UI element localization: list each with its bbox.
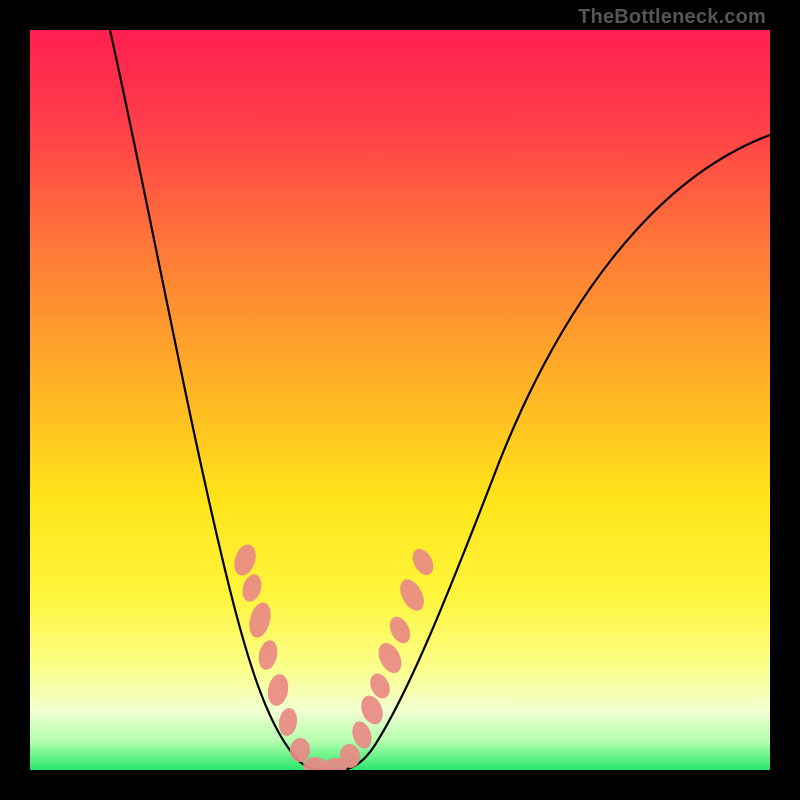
plot-area [30, 30, 770, 770]
chart-container: TheBottleneck.com [0, 0, 800, 800]
bottleneck-curve [110, 30, 770, 770]
watermark-text: TheBottleneck.com [578, 6, 766, 29]
data-markers [231, 542, 438, 770]
bottleneck-curve-layer [30, 30, 770, 770]
